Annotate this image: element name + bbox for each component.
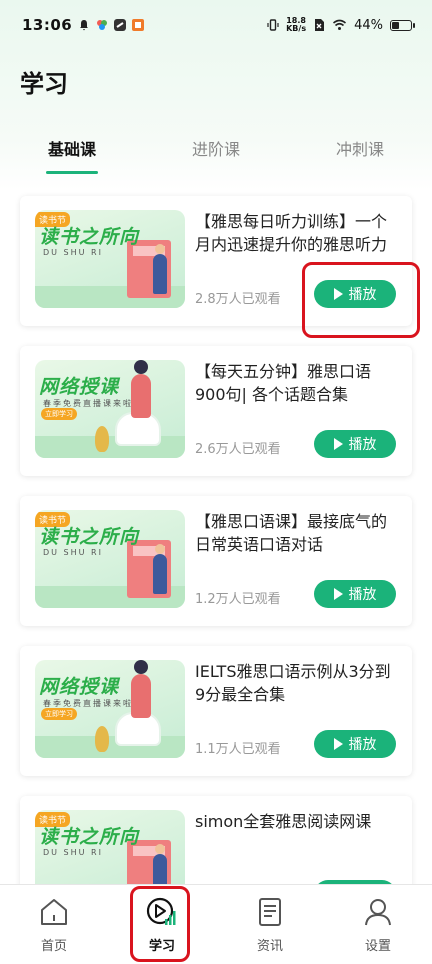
course-level-tabs: 基础课 进阶课 冲刺课	[0, 132, 432, 176]
wifi-icon	[333, 19, 347, 30]
play-button[interactable]: 播放	[314, 730, 396, 758]
thumb-tag: 立即学习	[41, 708, 77, 720]
app-link-icon	[114, 19, 127, 31]
home-icon	[41, 899, 67, 925]
thumb-title: 读书之所向	[39, 826, 140, 848]
thumb-subtitle: DU SHU RI	[43, 548, 103, 557]
plant-illustration	[95, 726, 109, 752]
thumb-subtitle: DU SHU RI	[43, 248, 103, 257]
highlight-play-button	[302, 262, 420, 338]
tabbar-news[interactable]: 资讯	[216, 885, 324, 964]
view-count: 1.1万人已观看	[195, 742, 281, 757]
play-button-label: 播放	[348, 737, 377, 753]
vibrate-icon	[267, 19, 279, 31]
tabbar-news-label: 资讯	[256, 939, 283, 954]
plant-illustration	[95, 426, 109, 452]
thumb-title: 读书之所向	[39, 226, 140, 248]
reader-illustration	[153, 244, 167, 294]
status-time: 13:06	[22, 16, 73, 34]
course-title[interactable]: 【雅思口语课】最接底气的日常英语口语对话	[195, 510, 400, 556]
course-thumbnail[interactable]: 读书节 读书之所向 DU SHU RI	[35, 510, 185, 608]
reader-illustration	[153, 544, 167, 594]
highlight-study-tab	[130, 886, 190, 962]
tab-basic[interactable]: 基础课	[0, 132, 144, 176]
battery-percent: 44%	[354, 17, 383, 33]
battery-icon	[390, 19, 415, 31]
app-orange-icon	[132, 19, 145, 31]
play-button[interactable]: 播放	[314, 580, 396, 608]
course-title[interactable]: IELTS雅思口语示例从3分到9分最全合集	[195, 660, 400, 706]
network-speed-unit: KB/s	[286, 24, 307, 33]
play-button-label: 播放	[348, 437, 377, 453]
page-title: 学习	[20, 70, 68, 98]
sim-card-icon	[315, 19, 325, 31]
play-button-label: 播放	[348, 587, 377, 603]
tab-sprint[interactable]: 冲刺课	[288, 132, 432, 176]
student-illustration	[131, 660, 151, 718]
course-title[interactable]: 【雅思每日听力训练】一个月内迅速提升你的雅思听力	[195, 210, 400, 256]
play-icon	[333, 438, 343, 450]
thumb-title: 网络授课	[39, 676, 120, 698]
course-card[interactable]: 立即学习 网络授课 春季免费直播课来啦 【每天五分钟】雅思口语900句| 各个话…	[20, 346, 412, 476]
course-card[interactable]: 读书节 读书之所向 DU SHU RI 【雅思口语课】最接底气的日常英语口语对话…	[20, 496, 412, 626]
course-thumbnail[interactable]: 立即学习 网络授课 春季免费直播课来啦	[35, 660, 185, 758]
tab-advanced[interactable]: 进阶课	[144, 132, 288, 176]
play-icon	[333, 588, 343, 600]
course-card[interactable]: 立即学习 网络授课 春季免费直播课来啦 IELTS雅思口语示例从3分到9分最全合…	[20, 646, 412, 776]
play-icon	[333, 738, 343, 750]
tabbar-home[interactable]: 首页	[0, 885, 108, 964]
tabbar-settings[interactable]: 设置	[324, 885, 432, 964]
course-thumbnail[interactable]: 立即学习 网络授课 春季免费直播课来啦	[35, 360, 185, 458]
bottom-tab-bar: 首页 学习 资讯 设置	[0, 884, 432, 964]
news-icon	[259, 898, 281, 926]
user-settings-icon	[365, 899, 391, 926]
tabbar-home-label: 首页	[40, 939, 67, 954]
thumb-title: 网络授课	[39, 376, 120, 398]
play-button[interactable]: 播放	[314, 430, 396, 458]
course-thumbnail[interactable]: 读书节 读书之所向 DU SHU RI	[35, 210, 185, 308]
view-count: 2.6万人已观看	[195, 442, 281, 457]
thumb-title: 读书之所向	[39, 526, 140, 548]
view-count: 2.8万人已观看	[195, 292, 281, 307]
thumb-subtitle: 春季免费直播课来啦	[43, 399, 133, 408]
thumb-tag: 立即学习	[41, 408, 77, 420]
thumb-subtitle: 春季免费直播课来啦	[43, 699, 133, 708]
tabbar-settings-label: 设置	[364, 939, 391, 954]
student-illustration	[131, 360, 151, 418]
network-speed: 18.8 KB/s	[286, 17, 306, 33]
course-title[interactable]: simon全套雅思阅读网课	[195, 810, 400, 833]
thumb-subtitle: DU SHU RI	[43, 848, 103, 857]
view-count: 1.2万人已观看	[195, 592, 281, 607]
notification-bell-icon	[80, 20, 89, 31]
status-bar: 13:06 18.8 KB/s 44%	[0, 0, 432, 50]
course-title[interactable]: 【每天五分钟】雅思口语900句| 各个话题合集	[195, 360, 400, 406]
app-colorful-icon	[97, 20, 108, 30]
